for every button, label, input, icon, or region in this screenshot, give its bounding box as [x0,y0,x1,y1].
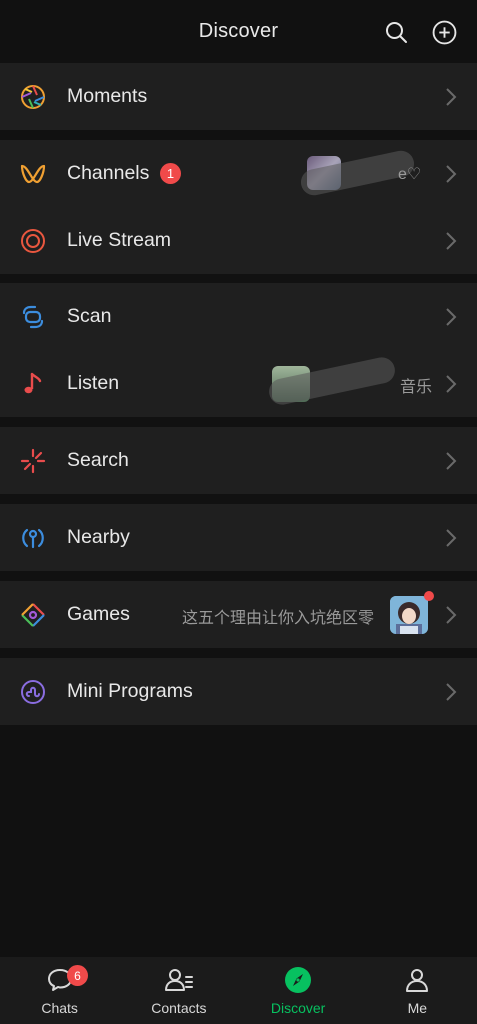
chevron-right-icon [446,529,457,547]
tab-discover-label: Discover [270,1000,326,1016]
chevron-right-icon [446,308,457,326]
moments-label: Moments [67,85,148,107]
chevron-right-icon [446,452,457,470]
group-search: Search [0,427,477,494]
tab-contacts-label: Contacts [151,1000,207,1016]
person-icon [402,965,432,995]
menu-item-listen[interactable]: Listen 音乐 [0,350,477,417]
channels-preview-text: e♡ [398,166,422,183]
tab-chats-label: Chats [41,1000,78,1016]
moments-aperture-icon [20,84,46,110]
menu-item-live-stream[interactable]: Live Stream [0,207,477,274]
menu-item-channels[interactable]: Channels 1 e♡ [0,140,477,207]
chevron-right-icon [446,232,457,250]
tab-contacts[interactable]: Contacts [119,957,238,1024]
search-label: Search [67,449,129,471]
listen-label: Listen [67,372,120,394]
games-icon [20,602,46,628]
tab-me-label: Me [407,1000,428,1016]
channels-badge: 1 [160,163,181,184]
compass-icon [283,965,313,995]
channels-icon [20,161,46,187]
menu-item-games[interactable]: Games 这五个理由让你入坑绝区零 [0,581,477,648]
music-note-icon [20,371,46,397]
tab-me[interactable]: Me [358,957,477,1024]
nearby-label: Nearby [67,526,130,548]
menu-item-search[interactable]: Search [0,427,477,494]
page-title: Discover [198,19,279,42]
group-channels: Channels 1 e♡ Live Stream [0,140,477,274]
live-stream-icon [20,228,46,254]
group-mini-programs: Mini Programs [0,658,477,725]
chevron-right-icon [446,88,457,106]
group-scan: Scan Listen 音乐 [0,283,477,417]
tab-chats[interactable]: 6 Chats [0,957,119,1024]
search-sparkle-icon [20,448,46,474]
games-promo-text: 这五个理由让你入坑绝区零 [182,610,375,627]
chevron-right-icon [446,165,457,183]
tab-discover[interactable]: Discover [239,957,358,1024]
chevron-right-icon [446,683,457,701]
chats-unread-badge: 6 [67,965,88,986]
menu-item-mini-programs[interactable]: Mini Programs [0,658,477,725]
games-label: Games [67,603,130,625]
bottom-tab-bar: 6 Chats Contacts Discover Me [0,957,477,1024]
nearby-icon [20,525,46,551]
discover-screen: Discover Moments Channels 1 e♡ Live Stre… [0,0,477,1024]
redaction-mark [266,354,398,408]
menu-item-moments[interactable]: Moments [0,63,477,130]
group-games: Games 这五个理由让你入坑绝区零 [0,581,477,648]
search-icon[interactable] [383,19,409,45]
group-moments: Moments [0,63,477,130]
scan-label: Scan [67,305,112,327]
channels-label: Channels [67,162,150,184]
mini-programs-icon [20,679,46,705]
menu-item-scan[interactable]: Scan [0,283,477,350]
mini-programs-label: Mini Programs [67,680,193,702]
contacts-icon [164,965,194,995]
chevron-right-icon [446,375,457,393]
group-nearby: Nearby [0,504,477,571]
games-notification-dot [424,591,434,601]
menu-item-nearby[interactable]: Nearby [0,504,477,571]
plus-circle-icon[interactable] [431,19,457,45]
scan-icon [20,304,46,330]
listen-preview-text: 音乐 [400,379,433,396]
top-bar: Discover [0,0,477,62]
chevron-right-icon [446,606,457,624]
live-stream-label: Live Stream [67,229,172,251]
game-thumbnail [390,596,428,634]
